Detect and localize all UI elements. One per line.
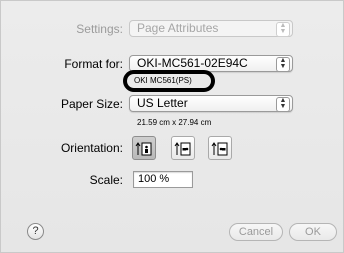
up-down-arrows-icon: ▲ ▼ <box>276 22 290 37</box>
portrait-orientation-icon <box>135 142 152 156</box>
settings-label: Settings: <box>76 22 123 36</box>
orientation-landscape-right-button[interactable] <box>208 136 232 160</box>
scale-input[interactable]: 100 % <box>133 171 193 188</box>
page-setup-dialog: Settings: Page Attributes ▲ ▼ Format for:… <box>0 0 344 253</box>
orientation-landscape-left-button[interactable] <box>171 136 195 160</box>
paper-size-popup-value: US Letter <box>137 96 188 110</box>
help-button[interactable]: ? <box>27 223 44 240</box>
question-mark-icon: ? <box>32 225 39 237</box>
paper-size-popup[interactable]: US Letter ▲ ▼ <box>129 95 293 112</box>
format-for-label: Format for: <box>64 57 123 71</box>
scale-label: Scale: <box>89 173 123 187</box>
paper-dimensions-text: 21.59 cm x 27.94 cm <box>137 118 212 127</box>
up-down-arrows-icon: ▲ ▼ <box>276 97 290 112</box>
orientation-portrait-button[interactable] <box>132 136 156 160</box>
landscape-left-orientation-icon <box>174 142 191 156</box>
format-for-popup-value: OKI-MC561-02E94C <box>137 56 248 70</box>
settings-popup[interactable]: Page Attributes ▲ ▼ <box>129 20 293 37</box>
cancel-button[interactable]: Cancel <box>229 223 283 241</box>
orientation-label: Orientation: <box>60 141 123 155</box>
landscape-right-orientation-icon <box>211 142 228 156</box>
settings-popup-value: Page Attributes <box>137 21 219 35</box>
up-down-arrows-icon: ▲ ▼ <box>276 57 290 72</box>
ok-button[interactable]: OK <box>289 223 337 241</box>
paper-size-label: Paper Size: <box>60 97 123 111</box>
highlight-oval <box>123 70 215 92</box>
